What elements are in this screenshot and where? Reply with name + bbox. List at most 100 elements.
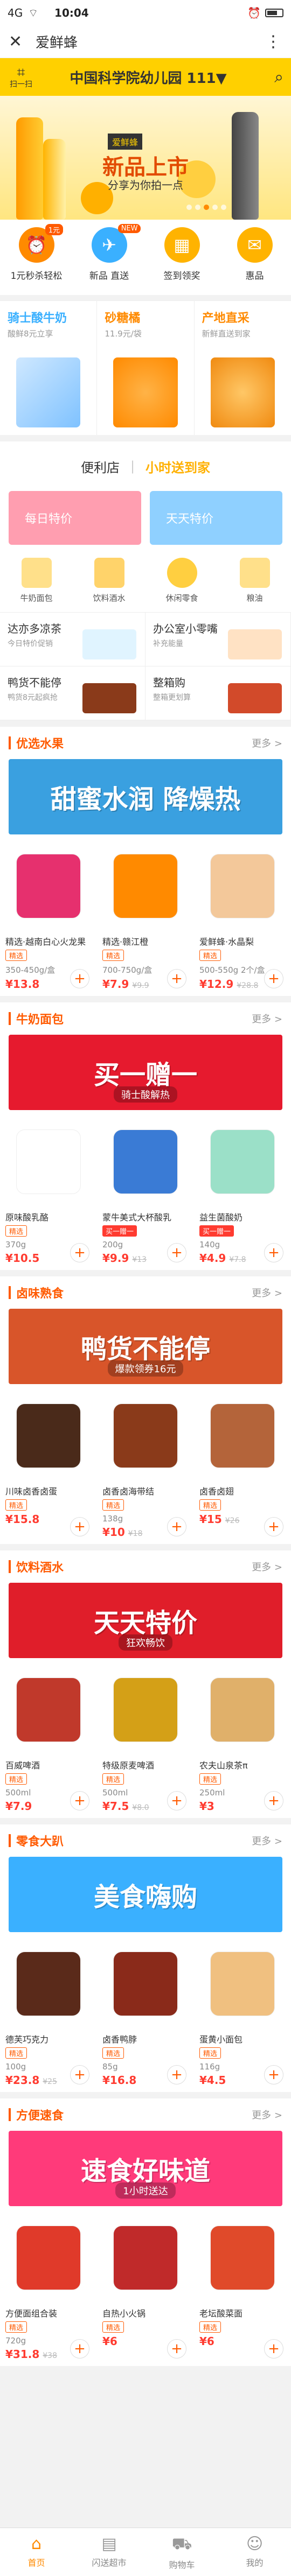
product-card[interactable]: 蒙牛美式大杯酸乳 买一赠一 200g ¥9.9 ¥13 + <box>97 1119 194 1265</box>
section-banner[interactable]: 甜蜜水润 降燥热 <box>9 759 282 834</box>
product-tag: 精选 <box>199 2047 221 2059</box>
promo-image <box>113 357 178 427</box>
search-icon[interactable]: ⌕ <box>262 68 283 87</box>
convenience-card[interactable]: 鸭货不能停 鸭货8元起疯抢 <box>0 666 146 720</box>
add-to-cart-button[interactable]: + <box>70 969 89 988</box>
tile-daily-special[interactable]: 天天特价 <box>150 491 282 545</box>
tile-daily-deal[interactable]: 每日特价 <box>9 491 141 545</box>
add-to-cart-button[interactable]: + <box>264 1243 283 1262</box>
quicknav-deals[interactable]: ✉ 惠品 <box>218 227 291 295</box>
section-title: 零食大趴 <box>16 1835 64 1849</box>
add-to-cart-button[interactable]: + <box>167 969 186 988</box>
add-to-cart-button[interactable]: + <box>70 2065 89 2084</box>
product-card[interactable]: 老坛酸菜面 精选 ¥6 + <box>194 2215 291 2361</box>
product-card[interactable]: 农夫山泉茶π 精选 250ml ¥3 + <box>194 1667 291 1813</box>
product-card[interactable]: 卤香卤翅 精选 ¥15 ¥26 + <box>194 1393 291 1539</box>
section-banner[interactable]: 买一赠一 骑士酸解热 <box>9 1035 282 1110</box>
more-icon[interactable]: ⋮ <box>265 32 282 51</box>
section-more-link[interactable]: 更多 > <box>252 1560 282 1574</box>
section-banner-subtitle: 1小时送达 <box>115 2182 176 2199</box>
product-card[interactable]: 卤香卤海带结 精选 138g ¥10 ¥18 + <box>97 1393 194 1539</box>
quicknav-new[interactable]: NEW ✈ 新品 直送 <box>73 224 146 295</box>
battery-icon <box>265 9 283 17</box>
add-to-cart-button[interactable]: + <box>264 969 283 988</box>
section-banner[interactable]: 天天特价 狂欢畅饮 <box>9 1583 282 1658</box>
scan-button[interactable]: ⌗ 扫一扫 <box>8 65 34 89</box>
product-card[interactable]: 德芙巧克力 精选 100g ¥23.8 ¥25 + <box>0 1941 97 2087</box>
product-tag: 精选 <box>5 2047 27 2059</box>
snack-icon <box>167 558 197 588</box>
shop-selector[interactable]: 中国科学院幼儿园 111▼ <box>34 67 262 87</box>
product-tag: 精选 <box>199 1773 221 1785</box>
add-to-cart-button[interactable]: + <box>167 1791 186 1810</box>
product-card[interactable]: 特级原麦啤酒 精选 500ml ¥7.5 ¥8.0 + <box>97 1667 194 1813</box>
tab-cart[interactable]: ⛟ 购物车 <box>146 2528 218 2576</box>
section-banner-title: 美食嗨购 <box>93 1882 197 1912</box>
add-to-cart-button[interactable]: + <box>70 1517 89 1536</box>
section-header: 方便速食 更多 > <box>0 2098 291 2131</box>
category-label: 粮油 <box>246 593 263 603</box>
section-title: 卤味熟食 <box>16 1287 64 1301</box>
category-snacks[interactable]: 休闲零食 <box>146 558 218 603</box>
product-card[interactable]: 百威啤酒 精选 500ml ¥7.9 + <box>0 1667 97 1813</box>
close-icon[interactable]: ✕ <box>9 32 30 51</box>
add-to-cart-button[interactable]: + <box>70 1243 89 1262</box>
product-tags: 精选 <box>199 950 286 961</box>
section-more-link[interactable]: 更多 > <box>252 2108 282 2122</box>
product-card[interactable]: 川味卤香卤蛋 精选 ¥15.8 + <box>0 1393 97 1539</box>
product-name: 德芙巧克力 <box>5 2034 49 2044</box>
quicknav-label: 惠品 <box>245 271 264 282</box>
product-card[interactable]: 方便面组合装 精选 720g ¥31.8 ¥38 + <box>0 2215 97 2361</box>
hero-banner[interactable]: 爱鲜蜂 新品上市 分享为你拍一点 <box>0 96 291 220</box>
product-card[interactable]: 蛋黄小面包 精选 116g ¥4.5 + <box>194 1941 291 2087</box>
convenience-card[interactable]: 办公室小零嘴 补充能量 <box>146 613 291 666</box>
category-milk-bread[interactable]: 牛奶面包 <box>0 558 73 603</box>
section-banner[interactable]: 美食嗨购 <box>9 1857 282 1932</box>
product-card[interactable]: 精选·越南白心火龙果 精选 350-450g/盒 ¥13.8 + <box>0 843 97 991</box>
section-more-link[interactable]: 更多 > <box>252 1286 282 1300</box>
add-to-cart-button[interactable]: + <box>70 1791 89 1810</box>
add-to-cart-button[interactable]: + <box>264 2339 283 2359</box>
quicknav-seckill[interactable]: 1元 ⏰ 1元秒杀轻松 <box>0 224 73 295</box>
add-to-cart-button[interactable]: + <box>264 1791 283 1810</box>
tab-home[interactable]: ⌂ 首页 <box>0 2528 73 2576</box>
tab-mine[interactable]: ☺ 我的 <box>218 2528 291 2576</box>
promo-card[interactable]: 骑士酸牛奶 酸鲜8元立享 <box>0 301 98 435</box>
product-card[interactable]: 精选·赣江橙 精选 700-750g/盒 ¥7.9 ¥9.9 + <box>97 843 194 991</box>
category-drinks[interactable]: 饮料酒水 <box>73 558 146 603</box>
add-to-cart-button[interactable]: + <box>167 1517 186 1536</box>
promo-card[interactable]: 产地直采 新鲜直送到家 <box>195 301 291 435</box>
section-more-link[interactable]: 更多 > <box>252 1012 282 1026</box>
convenience-card[interactable]: 整箱购 整箱更划算 <box>146 666 291 720</box>
price-current: ¥10 <box>102 1526 125 1539</box>
section-more-link[interactable]: 更多 > <box>252 736 282 750</box>
section-more-link[interactable]: 更多 > <box>252 1834 282 1848</box>
user-icon: ☺ <box>246 2535 264 2553</box>
banner-bottle-image <box>43 139 66 220</box>
product-card[interactable]: 益生菌酸奶 买一赠一 140g ¥4.9 ¥7.8 + <box>194 1119 291 1265</box>
section-banner[interactable]: 鸭货不能停 爆款领券16元 <box>9 1309 282 1384</box>
section-banner[interactable]: 速食好味道 1小时送达 <box>9 2131 282 2206</box>
category-grain-oil[interactable]: 粮油 <box>218 558 291 603</box>
promo-card[interactable]: 砂糖橘 11.9元/袋 <box>97 301 195 435</box>
add-to-cart-button[interactable]: + <box>167 2339 186 2359</box>
product-card[interactable]: 原味酸乳酪 精选 370g ¥10.5 + <box>0 1119 97 1265</box>
product-row: 原味酸乳酪 精选 370g ¥10.5 + 蒙牛美式大杯酸乳 买一赠一 200g… <box>0 1110 291 1270</box>
category-label: 牛奶面包 <box>20 593 53 603</box>
product-card[interactable]: 自热小火锅 精选 ¥6 + <box>97 2215 194 2361</box>
add-to-cart-button[interactable]: + <box>70 2339 89 2359</box>
product-card[interactable]: 爱鲜蜂·水晶梨 精选 500-550g 2个/盒 ¥12.9 ¥28.8 + <box>194 843 291 991</box>
product-card[interactable]: 卤香鸭脖 精选 85g ¥16.8 + <box>97 1941 194 2087</box>
add-to-cart-button[interactable]: + <box>167 2065 186 2084</box>
category-section: 方便速食 更多 > 速食好味道 1小时送达 方便面组合装 精选 720g ¥31… <box>0 2098 291 2366</box>
add-to-cart-button[interactable]: + <box>167 1243 186 1262</box>
tab-flash-market[interactable]: ▤ 闪送超市 <box>73 2528 146 2576</box>
quicknav-checkin[interactable]: ▦ 签到领奖 <box>146 227 218 295</box>
convenience-card[interactable]: 达亦多凉茶 今日特价促销 <box>0 613 146 666</box>
price-current: ¥9.9 <box>102 1252 129 1265</box>
product-tags: 精选 <box>199 2047 286 2059</box>
add-to-cart-button[interactable]: + <box>264 1517 283 1536</box>
add-to-cart-button[interactable]: + <box>264 2065 283 2084</box>
product-tags: 精选 <box>102 2321 189 2333</box>
promo-title: 产地直采 <box>202 312 250 325</box>
